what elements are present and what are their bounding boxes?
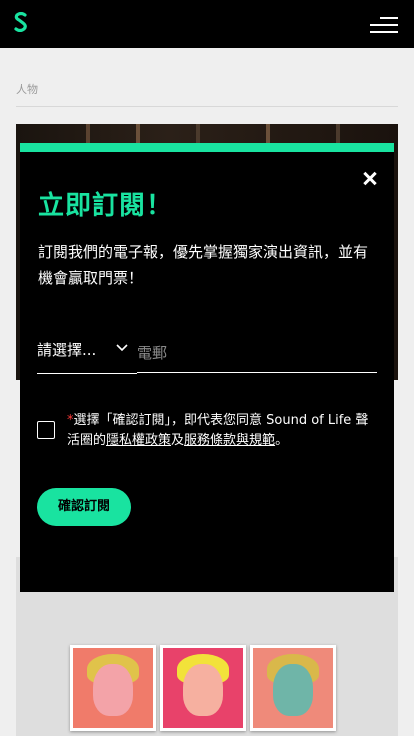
breadcrumb[interactable]: 人物 bbox=[16, 81, 38, 97]
hamburger-menu-icon[interactable] bbox=[368, 14, 398, 36]
subscribe-modal: 立即訂閱！ 訂閱我們的電子報，優先掌握獨家演出資訊，並有機會贏取門票！ 請選擇.… bbox=[20, 143, 394, 592]
modal-description: 訂閱我們的電子報，優先掌握獨家演出資訊，並有機會贏取門票！ bbox=[38, 243, 369, 287]
modal-title: 立即訂閱！ bbox=[38, 191, 174, 221]
email-field[interactable] bbox=[137, 331, 377, 373]
select-value: 請選擇... bbox=[37, 341, 97, 359]
s-logo-icon[interactable] bbox=[14, 12, 28, 32]
confirm-subscribe-button[interactable]: 確認訂閱 bbox=[37, 488, 131, 526]
top-navigation-bar bbox=[0, 0, 414, 48]
consent-joiner: 及 bbox=[171, 433, 185, 448]
divider bbox=[16, 106, 398, 107]
country-code-select[interactable]: 請選擇... bbox=[37, 331, 137, 373]
modal-accent-bar bbox=[20, 143, 394, 152]
consent-text-after: 。 bbox=[275, 433, 289, 448]
chevron-down-icon bbox=[116, 344, 128, 352]
privacy-policy-link[interactable]: 隱私權政策 bbox=[106, 433, 171, 448]
consent-checkbox[interactable] bbox=[37, 421, 55, 439]
close-icon[interactable] bbox=[358, 167, 382, 191]
select-underline bbox=[37, 373, 137, 374]
consent-text: *選擇「確認訂閱」，即代表您同意 Sound of Life 聲活圈的隱私權政策… bbox=[67, 411, 379, 451]
terms-of-service-link[interactable]: 服務條款與規範 bbox=[184, 433, 275, 448]
